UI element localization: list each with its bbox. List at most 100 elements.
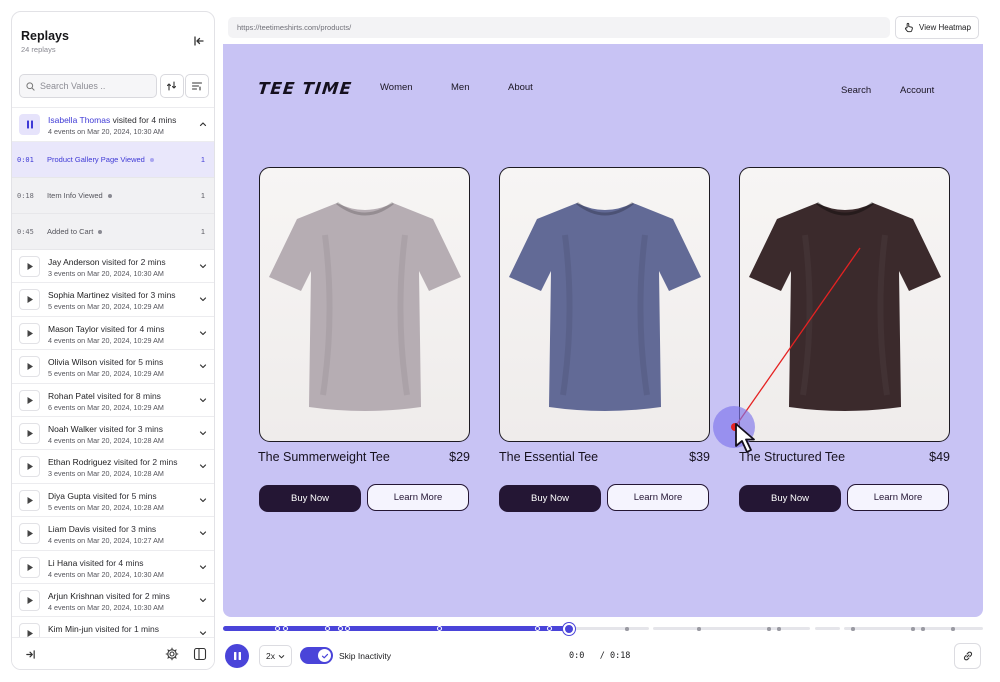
chevron-down-icon[interactable] — [199, 262, 207, 270]
timeline-segment — [653, 627, 810, 630]
chevron-down-icon[interactable] — [199, 295, 207, 303]
replay-list-item[interactable]: Ethan Rodriguez visited for 2 mins 3 even… — [12, 450, 214, 484]
timeline-event-marker[interactable] — [338, 626, 343, 631]
replay-timeline[interactable] — [223, 622, 983, 636]
replay-list-item[interactable]: Li Hana visited for 4 mins 4 events on Ma… — [12, 551, 214, 584]
timeline-event-dot[interactable] — [921, 627, 925, 631]
view-heatmap-label: View Heatmap — [919, 23, 971, 32]
chevron-down-icon[interactable] — [199, 329, 207, 337]
chevron-down-icon[interactable] — [199, 529, 207, 537]
play-replay-button[interactable] — [19, 289, 40, 311]
replay-app: Replays 24 replays Isabella — [0, 0, 1000, 682]
play-replay-button[interactable] — [19, 322, 40, 344]
copy-link-button[interactable] — [954, 643, 981, 669]
play-replay-button[interactable] — [19, 389, 40, 411]
search-box[interactable] — [19, 74, 157, 98]
timeline-event-marker[interactable] — [437, 626, 442, 631]
sidebar-footer — [12, 637, 214, 669]
replay-meta: 4 events on Mar 20, 2024, 10:30 AM — [48, 569, 164, 579]
chevron-down-icon[interactable] — [199, 396, 207, 404]
filter-lines-icon — [191, 82, 203, 91]
settings-button[interactable] — [163, 645, 181, 663]
view-heatmap-button[interactable]: View Heatmap — [895, 16, 979, 39]
replay-list-item[interactable]: Mason Taylor visited for 4 mins 4 events … — [12, 317, 214, 351]
timeline-event-marker[interactable] — [345, 626, 350, 631]
timeline-event-marker[interactable] — [535, 626, 540, 631]
search-icon — [26, 81, 35, 91]
link-icon — [963, 651, 972, 661]
pointer-hand-icon — [905, 22, 913, 33]
timeline-event-dot[interactable] — [777, 627, 781, 631]
play-replay-button[interactable] — [19, 589, 40, 611]
replay-list-item[interactable]: Olivia Wilson visited for 5 mins 5 events… — [12, 350, 214, 384]
event-row[interactable]: 0:18 Item Info Viewed 1 — [12, 178, 214, 214]
replay-visited-text: visited for 3 mins — [90, 524, 157, 535]
timeline-event-dot[interactable] — [851, 627, 855, 631]
chevron-down-icon[interactable] — [199, 596, 207, 604]
chevron-down-icon[interactable] — [199, 362, 207, 370]
timeline-event-marker[interactable] — [547, 626, 552, 631]
timeline-event-dot[interactable] — [625, 627, 629, 631]
event-count: 1 — [200, 227, 205, 236]
timeline-event-marker[interactable] — [275, 626, 280, 631]
timeline-event-dot[interactable] — [697, 627, 701, 631]
play-replay-button[interactable] — [19, 523, 40, 545]
playback-speed-select[interactable]: 2x — [259, 645, 292, 667]
timeline-event-dot[interactable] — [951, 627, 955, 631]
event-row[interactable]: 0:45 Added to Cart 1 — [12, 214, 214, 250]
replay-title: Noah Walker visited for 3 mins — [48, 424, 163, 434]
sort-button[interactable] — [160, 74, 184, 98]
play-icon — [27, 530, 33, 538]
replay-meta: 5 events on Mar 20, 2024, 10:29 AM — [48, 302, 164, 312]
play-icon — [27, 630, 33, 637]
play-replay-button[interactable] — [19, 489, 40, 511]
replay-user-name: Sophia Martinez — [48, 290, 110, 301]
active-replay-item[interactable]: Isabella Thomas visited for 4 mins 4 eve… — [12, 108, 214, 142]
play-replay-button[interactable] — [19, 356, 40, 378]
replay-meta: 6 events on Mar 20, 2024, 10:29 AM — [48, 402, 164, 412]
event-label: Product Gallery Page Viewed — [47, 155, 154, 164]
replay-list-item[interactable]: Noah Walker visited for 3 mins 4 events o… — [12, 417, 214, 451]
search-input[interactable] — [40, 81, 150, 91]
chevron-up-icon[interactable] — [199, 120, 207, 128]
play-pause-button[interactable] — [225, 644, 249, 668]
event-row[interactable]: 0:01 Product Gallery Page Viewed 1 — [12, 142, 214, 178]
chevron-down-icon[interactable] — [199, 629, 207, 637]
play-replay-button[interactable] — [19, 456, 40, 478]
replay-meta: 4 events on Mar 20, 2024, 10:27 AM — [48, 536, 164, 546]
play-replay-button[interactable] — [19, 556, 40, 578]
filter-button[interactable] — [185, 74, 209, 98]
replay-list-item[interactable]: Arjun Krishnan visited for 2 mins 4 event… — [12, 584, 214, 618]
replay-list-item[interactable]: Rohan Patel visited for 8 mins 6 events o… — [12, 384, 214, 417]
replay-list-item[interactable]: Sophia Martinez visited for 3 mins 5 even… — [12, 283, 214, 317]
play-icon — [27, 496, 33, 504]
timeline-event-marker[interactable] — [283, 626, 288, 631]
chevron-down-icon[interactable] — [199, 496, 207, 504]
toggle-panel-button[interactable] — [191, 645, 209, 663]
url-bar[interactable]: https://teetimeshirts.com/products/ — [228, 17, 890, 38]
replay-user-name: Jay Anderson — [48, 257, 100, 267]
timeline-event-dot[interactable] — [767, 627, 771, 631]
replay-list-item[interactable]: Kim Min-jun visited for 1 mins3 events o… — [12, 617, 214, 637]
chevron-down-icon[interactable] — [199, 462, 207, 470]
replay-list-item[interactable]: Diya Gupta visited for 5 mins 5 events on… — [12, 484, 214, 518]
play-icon — [27, 329, 33, 337]
play-replay-button[interactable] — [19, 422, 40, 444]
play-replay-button[interactable] — [19, 256, 40, 277]
play-replay-button[interactable] — [19, 623, 40, 637]
expand-sidebar-button[interactable] — [21, 645, 39, 663]
skip-inactivity-toggle[interactable] — [300, 647, 333, 664]
timeline-segment — [815, 627, 840, 630]
chevron-down-icon[interactable] — [199, 429, 207, 437]
replay-list-item[interactable]: Jay Anderson visited for 2 mins 3 events … — [12, 250, 214, 284]
timeline-event-dot[interactable] — [911, 627, 915, 631]
replay-count: 24 replays — [21, 45, 56, 54]
replay-list-item[interactable]: Liam Davis visited for 3 mins 4 events on… — [12, 517, 214, 551]
replay-rows: Jay Anderson visited for 2 mins 3 events … — [12, 250, 214, 637]
timeline-scrubber[interactable] — [563, 623, 575, 635]
chevron-down-icon[interactable] — [199, 563, 207, 571]
gear-icon — [165, 647, 179, 661]
pause-replay-button[interactable] — [19, 114, 40, 135]
collapse-sidebar-button[interactable] — [192, 34, 206, 48]
timeline-event-marker[interactable] — [325, 626, 330, 631]
